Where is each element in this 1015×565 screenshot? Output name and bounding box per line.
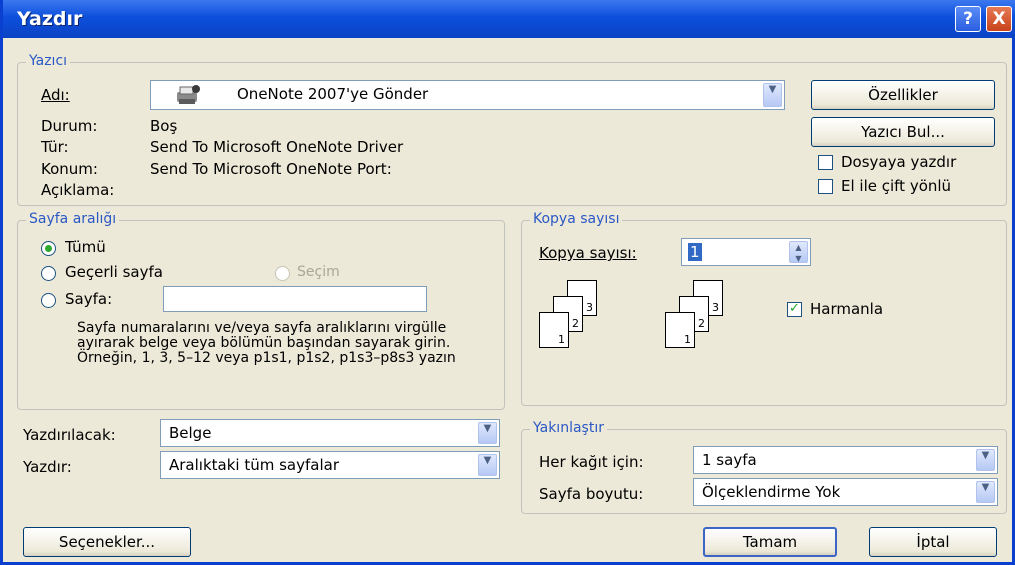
- print-dialog: Yazdır ? X Yazıcı Adı: OneNote 2007'ye G…: [0, 0, 1015, 565]
- find-printer-button-label: Yazıcı Bul...: [861, 123, 945, 141]
- page-range-group-label: Sayfa aralığı: [26, 211, 120, 227]
- find-printer-button[interactable]: Yazıcı Bul...: [811, 117, 995, 147]
- print-what-label: Yazdırılacak:: [23, 426, 116, 444]
- copies-count-label: Kopya sayısı:: [539, 244, 637, 262]
- print-value: Aralıktaki tüm sayfalar: [169, 456, 339, 474]
- page-1-icon: 1: [539, 312, 569, 348]
- close-icon[interactable]: X: [986, 6, 1012, 32]
- copies-count-stepper[interactable]: 1 ▲ ▼: [681, 238, 811, 266]
- print-select[interactable]: Aralıktaki tüm sayfalar ▼: [160, 451, 500, 479]
- printer-name-label: Adı:: [41, 86, 70, 104]
- printer-name-value: OneNote 2007'ye Gönder: [237, 85, 429, 103]
- options-button-label: Seçenekler...: [58, 533, 156, 551]
- properties-button[interactable]: Özellikler: [811, 80, 995, 110]
- chevron-down-icon[interactable]: ▼: [976, 481, 995, 503]
- type-label: Tür:: [41, 138, 69, 156]
- properties-button-label: Özellikler: [868, 86, 938, 104]
- scale-label: Sayfa boyutu:: [539, 485, 644, 503]
- ok-button-label: Tamam: [742, 533, 798, 551]
- all-pages-radio[interactable]: [41, 241, 56, 256]
- print-what-value: Belge: [169, 424, 212, 442]
- ok-button[interactable]: Tamam: [703, 527, 837, 557]
- title-bar[interactable]: Yazdır ? X: [3, 0, 1015, 38]
- manual-duplex-checkbox[interactable]: [818, 179, 833, 194]
- copies-count-value: 1: [688, 243, 702, 261]
- chevron-down-icon[interactable]: ▼: [976, 449, 995, 471]
- print-what-select[interactable]: Belge ▼: [160, 419, 500, 447]
- chevron-down-icon[interactable]: ▼: [478, 454, 497, 476]
- pages-per-sheet-select[interactable]: 1 sayfa ▼: [693, 446, 998, 474]
- print-label: Yazdır:: [23, 458, 72, 476]
- spinner-icon[interactable]: ▲ ▼: [789, 241, 808, 263]
- location-value: Send To Microsoft OneNote Port:: [150, 160, 392, 178]
- copies-group-label: Kopya sayısı: [530, 211, 623, 227]
- page-range-help-text: Sayfa numaralarını ve/veya sayfa aralıkl…: [77, 320, 456, 366]
- print-to-file-label[interactable]: Dosyaya yazdır: [841, 153, 956, 171]
- cancel-button-label: İptal: [916, 533, 950, 551]
- print-to-file-checkbox[interactable]: [818, 155, 833, 170]
- selection-radio[interactable]: [275, 266, 290, 281]
- selection-label[interactable]: Seçim: [297, 264, 340, 280]
- pages-input[interactable]: [163, 286, 427, 312]
- pages-per-sheet-label: Her kağıt için:: [539, 453, 644, 471]
- pages-per-sheet-value: 1 sayfa: [702, 451, 757, 469]
- scale-select[interactable]: Ölçeklendirme Yok ▼: [693, 478, 998, 506]
- all-pages-label[interactable]: Tümü: [65, 238, 106, 256]
- radio-selected-dot: [45, 245, 52, 252]
- type-value: Send To Microsoft OneNote Driver: [150, 138, 404, 156]
- pages-label[interactable]: Sayfa:: [65, 290, 112, 308]
- chevron-down-icon[interactable]: ▼: [763, 83, 782, 107]
- manual-duplex-label[interactable]: El ile çift yönlü: [841, 177, 951, 195]
- cancel-button[interactable]: İptal: [869, 527, 997, 557]
- current-page-radio[interactable]: [41, 266, 56, 281]
- page-1-icon: 1: [665, 312, 695, 348]
- current-page-label[interactable]: Geçerli sayfa: [65, 263, 163, 281]
- collate-label[interactable]: Harmanla: [810, 300, 883, 318]
- window-title: Yazdır: [17, 8, 83, 30]
- chevron-down-icon[interactable]: ▼: [478, 422, 497, 444]
- options-button[interactable]: Seçenekler...: [23, 527, 191, 557]
- printer-group-label: Yazıcı: [26, 53, 71, 69]
- status-value: Boş: [150, 117, 178, 135]
- printer-icon: [175, 84, 201, 106]
- status-label: Durum:: [41, 117, 98, 135]
- comment-label: Açıklama:: [41, 181, 115, 199]
- collate-checkbox[interactable]: ✓: [787, 302, 802, 317]
- location-label: Konum:: [41, 160, 98, 178]
- pages-radio[interactable]: [41, 293, 56, 308]
- scale-value: Ölçeklendirme Yok: [702, 483, 841, 501]
- zoom-group-label: Yakınlaştır: [530, 420, 607, 436]
- help-icon[interactable]: ?: [955, 6, 981, 32]
- printer-name-select[interactable]: OneNote 2007'ye Gönder ▼: [150, 80, 785, 110]
